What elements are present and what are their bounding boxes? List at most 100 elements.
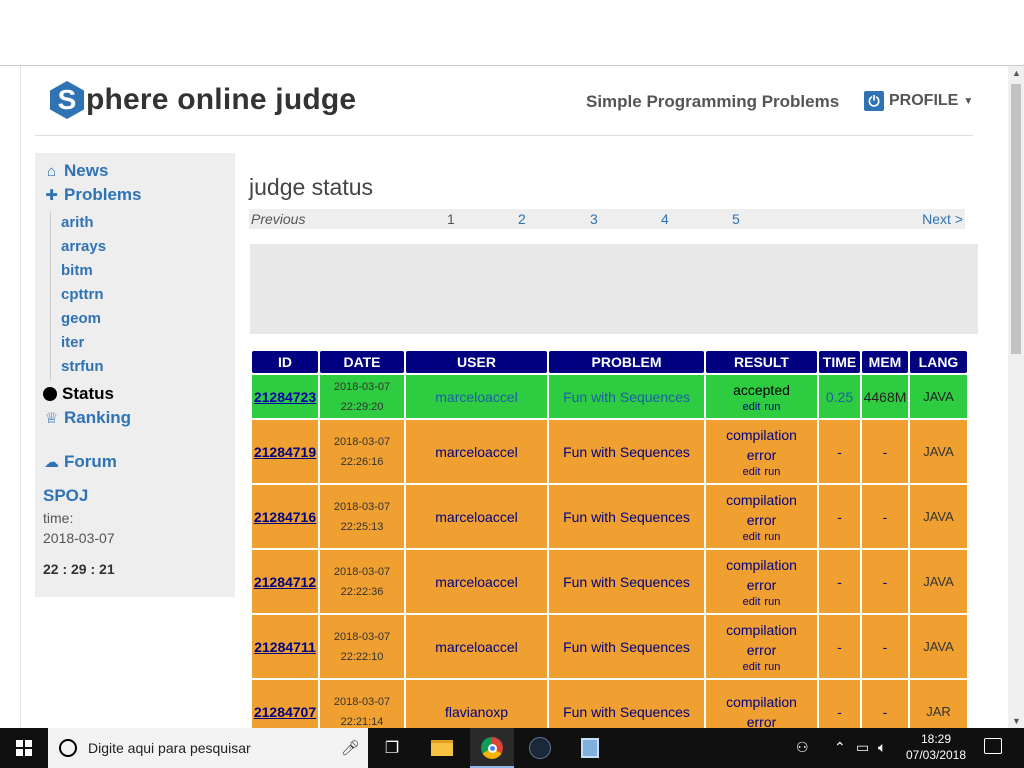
taskbar-search-placeholder: Digite aqui para pesquisar: [88, 740, 251, 756]
people-icon[interactable]: ⚇: [796, 739, 809, 756]
run-link[interactable]: run: [764, 661, 780, 673]
table-row: 21284723 2018-03-07 22:29:20 marceloaccel Fu…: [252, 375, 967, 418]
mem-value: -: [862, 550, 908, 613]
nav-sub-cpttrn[interactable]: cpttrn: [61, 286, 104, 303]
edit-link[interactable]: edit: [743, 596, 761, 608]
user-link[interactable]: marceloaccel: [406, 615, 547, 678]
submission-date: 2018-03-07: [333, 380, 391, 393]
pager-page-link[interactable]: 4: [661, 211, 669, 227]
chrome-icon[interactable]: [480, 736, 504, 760]
result-text: compilation error: [726, 693, 797, 729]
user-link[interactable]: marceloaccel: [406, 375, 547, 418]
edit-link[interactable]: edit: [743, 661, 761, 673]
nav-sub-geom[interactable]: geom: [61, 310, 101, 327]
run-link[interactable]: run: [764, 531, 780, 543]
time-value: -: [819, 615, 860, 678]
taskbar-clock[interactable]: 18:29 07/03/2018: [900, 731, 972, 763]
problem-link[interactable]: Fun with Sequences: [549, 420, 704, 483]
page-scrollbar[interactable]: ▲ ▼: [1008, 66, 1024, 728]
result-text: compilation error: [726, 426, 797, 463]
profile-menu[interactable]: ⏻ PROFILE ▼: [864, 91, 973, 111]
file-explorer-icon[interactable]: [430, 736, 454, 760]
network-icon[interactable]: ▭: [856, 739, 869, 756]
time-value: -: [819, 550, 860, 613]
nav-forum[interactable]: ☁ Forum: [43, 452, 117, 472]
scroll-down-icon[interactable]: ▼: [1012, 716, 1021, 726]
problem-link[interactable]: Fun with Sequences: [549, 550, 704, 613]
submission-datetime: 2018-03-07 22:22:10: [320, 615, 404, 678]
notification-icon[interactable]: [984, 738, 1002, 754]
pager-previous: Previous: [251, 211, 306, 227]
run-link[interactable]: run: [764, 596, 780, 608]
microphone-icon[interactable]: 🎤︎: [341, 739, 360, 757]
result-text: accepted: [733, 381, 790, 398]
tray-chevron-icon[interactable]: ⌃: [834, 739, 846, 756]
problem-link[interactable]: Fun with Sequences: [549, 680, 704, 728]
nav-problems-label: Problems: [64, 185, 142, 204]
spoj-logo[interactable]: S phere online judge: [50, 80, 356, 120]
nav-sub-iter[interactable]: iter: [61, 334, 84, 351]
scroll-thumb[interactable]: [1011, 84, 1021, 354]
nav-forum-label: Forum: [64, 452, 117, 471]
user-link[interactable]: marceloaccel: [406, 420, 547, 483]
mem-value: -: [862, 485, 908, 548]
nav-status[interactable]: Status: [43, 384, 114, 404]
user-link[interactable]: marceloaccel: [406, 485, 547, 548]
col-header-user: USER: [406, 351, 547, 373]
server-clock: 22 : 29 : 21: [43, 561, 115, 577]
submission-id-link[interactable]: 21284719: [252, 420, 318, 483]
lang-value: JAVA: [910, 615, 967, 678]
windows-taskbar: Digite aqui para pesquisar 🎤︎ ❐ ⚇ ⌃ ▭ 🔈︎…: [0, 728, 1024, 768]
edit-link[interactable]: edit: [743, 531, 761, 543]
problem-link[interactable]: Fun with Sequences: [549, 375, 704, 418]
submenu-line: [50, 211, 51, 381]
submission-datetime: 2018-03-07 22:29:20: [320, 375, 404, 418]
edit-link[interactable]: edit: [743, 466, 761, 478]
problem-link[interactable]: Fun with Sequences: [549, 615, 704, 678]
lang-value: JAVA: [910, 375, 967, 418]
pager-page-link[interactable]: 2: [518, 211, 526, 227]
task-view-icon[interactable]: ❐: [380, 736, 404, 760]
simple-problems-link[interactable]: Simple Programming Problems: [586, 92, 839, 112]
submission-id-link[interactable]: 21284707: [252, 680, 318, 728]
status-table: ID DATE USER PROBLEM RESULT TIME MEM LAN…: [250, 349, 969, 728]
pager-page-link[interactable]: 3: [590, 211, 598, 227]
nav-sub-bitm[interactable]: bitm: [61, 262, 93, 279]
virtualbox-icon[interactable]: [578, 736, 602, 760]
volume-icon[interactable]: 🔈︎: [878, 739, 886, 756]
pager-page-current: 1: [447, 211, 455, 227]
nav-problems[interactable]: ✚ Problems: [43, 185, 141, 205]
nav-news[interactable]: ⌂ News: [43, 161, 108, 181]
status-rows: 21284723 2018-03-07 22:29:20 marceloaccel Fu…: [252, 375, 967, 728]
col-header-result: RESULT: [706, 351, 817, 373]
lang-value: JAVA: [910, 485, 967, 548]
user-link[interactable]: flavianoxp: [406, 680, 547, 728]
submission-id-link[interactable]: 21284712: [252, 550, 318, 613]
pager-page-link[interactable]: 5: [732, 211, 740, 227]
scroll-up-icon[interactable]: ▲: [1012, 68, 1021, 78]
submission-id-link[interactable]: 21284716: [252, 485, 318, 548]
nav-sub-arrays[interactable]: arrays: [61, 238, 106, 255]
steam-icon[interactable]: [528, 736, 552, 760]
run-link[interactable]: run: [764, 401, 780, 413]
spoj-link[interactable]: SPOJ: [43, 486, 88, 506]
edit-link[interactable]: edit: [743, 401, 761, 413]
nav-sub-strfun[interactable]: strfun: [61, 358, 104, 375]
submission-id-link[interactable]: 21284723: [252, 375, 318, 418]
nav-sub-arith[interactable]: arith: [61, 214, 94, 231]
pager-next[interactable]: Next >: [922, 211, 963, 227]
taskbar-search-box[interactable]: Digite aqui para pesquisar 🎤︎: [48, 728, 368, 768]
submission-time: 22:26:16: [340, 455, 384, 468]
home-icon: ⌂: [46, 162, 57, 180]
submission-id-link[interactable]: 21284711: [252, 615, 318, 678]
nav-ranking-label: Ranking: [64, 408, 132, 427]
start-button[interactable]: [0, 728, 48, 768]
nav-ranking[interactable]: ♕ Ranking: [43, 408, 131, 428]
taskbar-time: 18:29: [920, 732, 952, 746]
result-cell: compilation error: [706, 680, 817, 728]
run-link[interactable]: run: [764, 466, 780, 478]
edit-run-links: edit run: [706, 530, 817, 544]
user-link[interactable]: marceloaccel: [406, 550, 547, 613]
problem-link[interactable]: Fun with Sequences: [549, 485, 704, 548]
edit-run-links: edit run: [706, 660, 817, 674]
